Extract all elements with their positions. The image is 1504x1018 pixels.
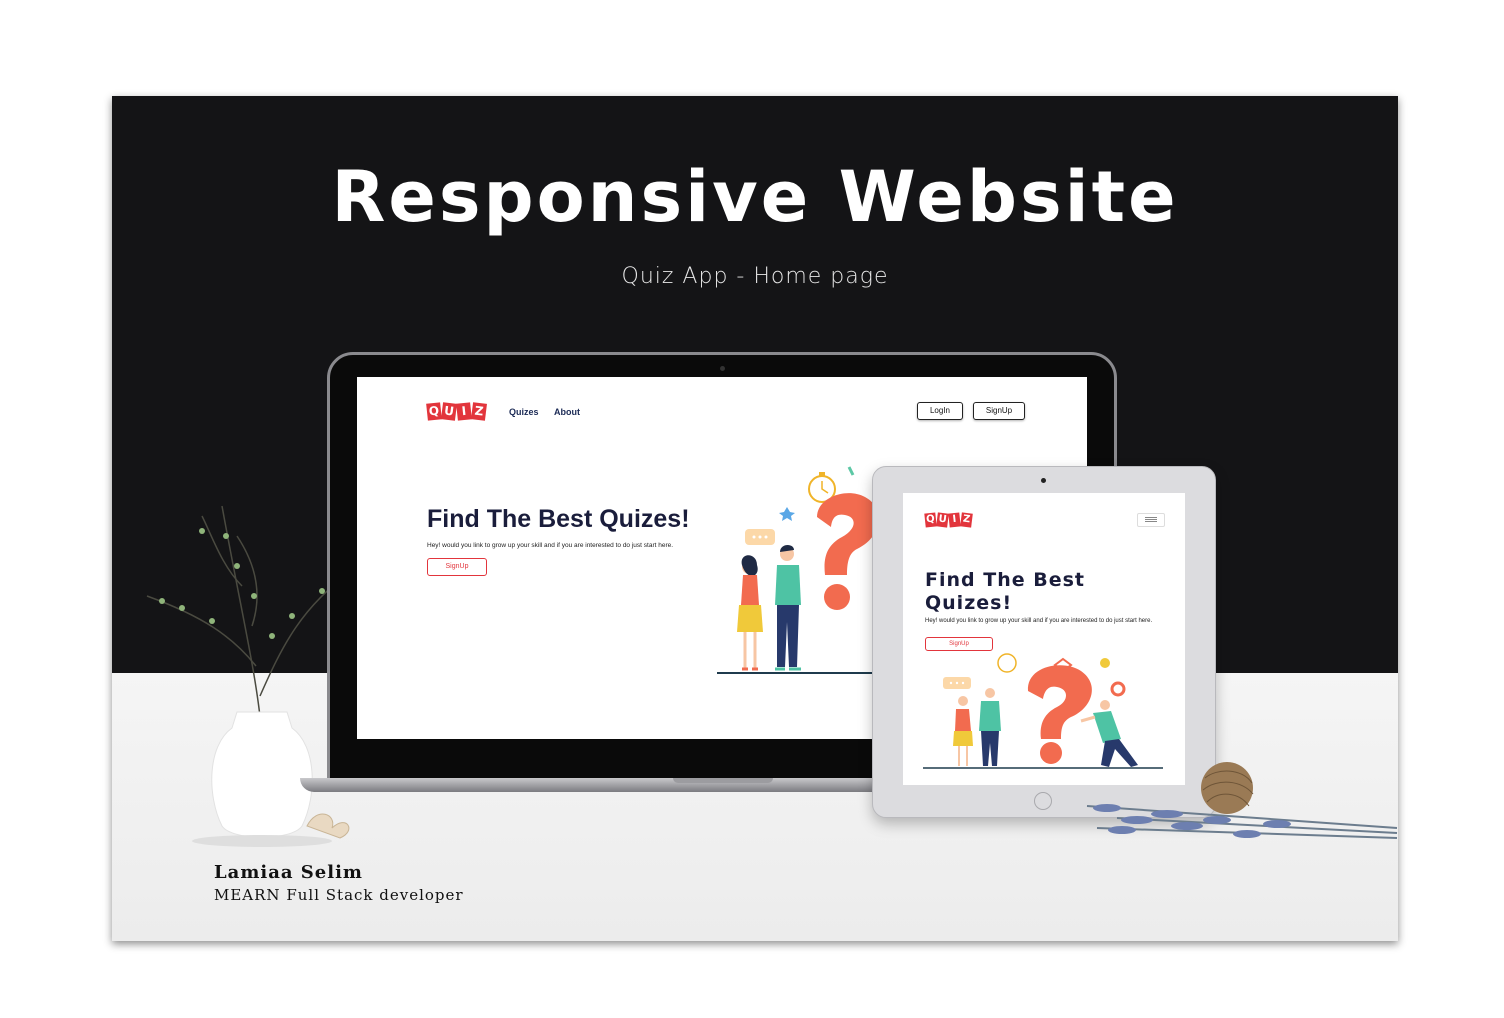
tablet-hero-text: Hey! would you link to grow up your skil… [925,618,1153,624]
hero-title: Find The Best Quizes! [427,505,690,533]
tablet-quiz-illustration [923,653,1163,769]
tablet-hero-title-line1: Find The Best [925,569,1085,591]
signup-button[interactable]: SignUp [973,402,1025,420]
nav-link-about[interactable]: About [554,407,580,417]
hero-signup-button[interactable]: SignUp [427,558,487,576]
author-role: MEARN Full Stack developer [214,886,464,904]
tablet-home-button [1034,792,1052,810]
page-subtitle: Quiz App - Home page [621,264,889,289]
logo-letter: I [456,402,472,421]
hamburger-menu-icon[interactable] [1137,513,1165,527]
logo-letter: Q [426,402,442,421]
presentation-card: Responsive Website Quiz App - Home page … [112,96,1398,941]
logo-letter: U [936,512,949,528]
logo-letter: I [948,512,961,528]
tablet-screen: Q U I Z Find The Best Quizes! Hey! would… [903,493,1185,785]
tablet-signup-button[interactable]: SignUp [925,637,993,651]
logo-letter: Z [960,512,973,528]
login-button[interactable]: LogIn [917,402,963,420]
logo-letter: U [441,402,457,421]
hero-text: Hey! would you link to grow up your skil… [427,542,674,549]
page-title: Responsive Website [331,156,1179,238]
author-name: Lamiaa Selim [214,862,363,883]
quiz-logo[interactable]: Q U I Z [426,402,487,421]
tablet-hero-title-line2: Quizes! [925,592,1013,614]
tablet-camera [1041,478,1046,483]
nav-link-quizes[interactable]: Quizes [509,407,539,417]
logo-letter: Q [924,512,937,528]
logo-letter: Z [471,402,487,421]
laptop-camera [720,366,725,371]
twine-lavender-decoration [1086,762,1398,839]
quiz-logo[interactable]: Q U I Z [924,512,973,528]
